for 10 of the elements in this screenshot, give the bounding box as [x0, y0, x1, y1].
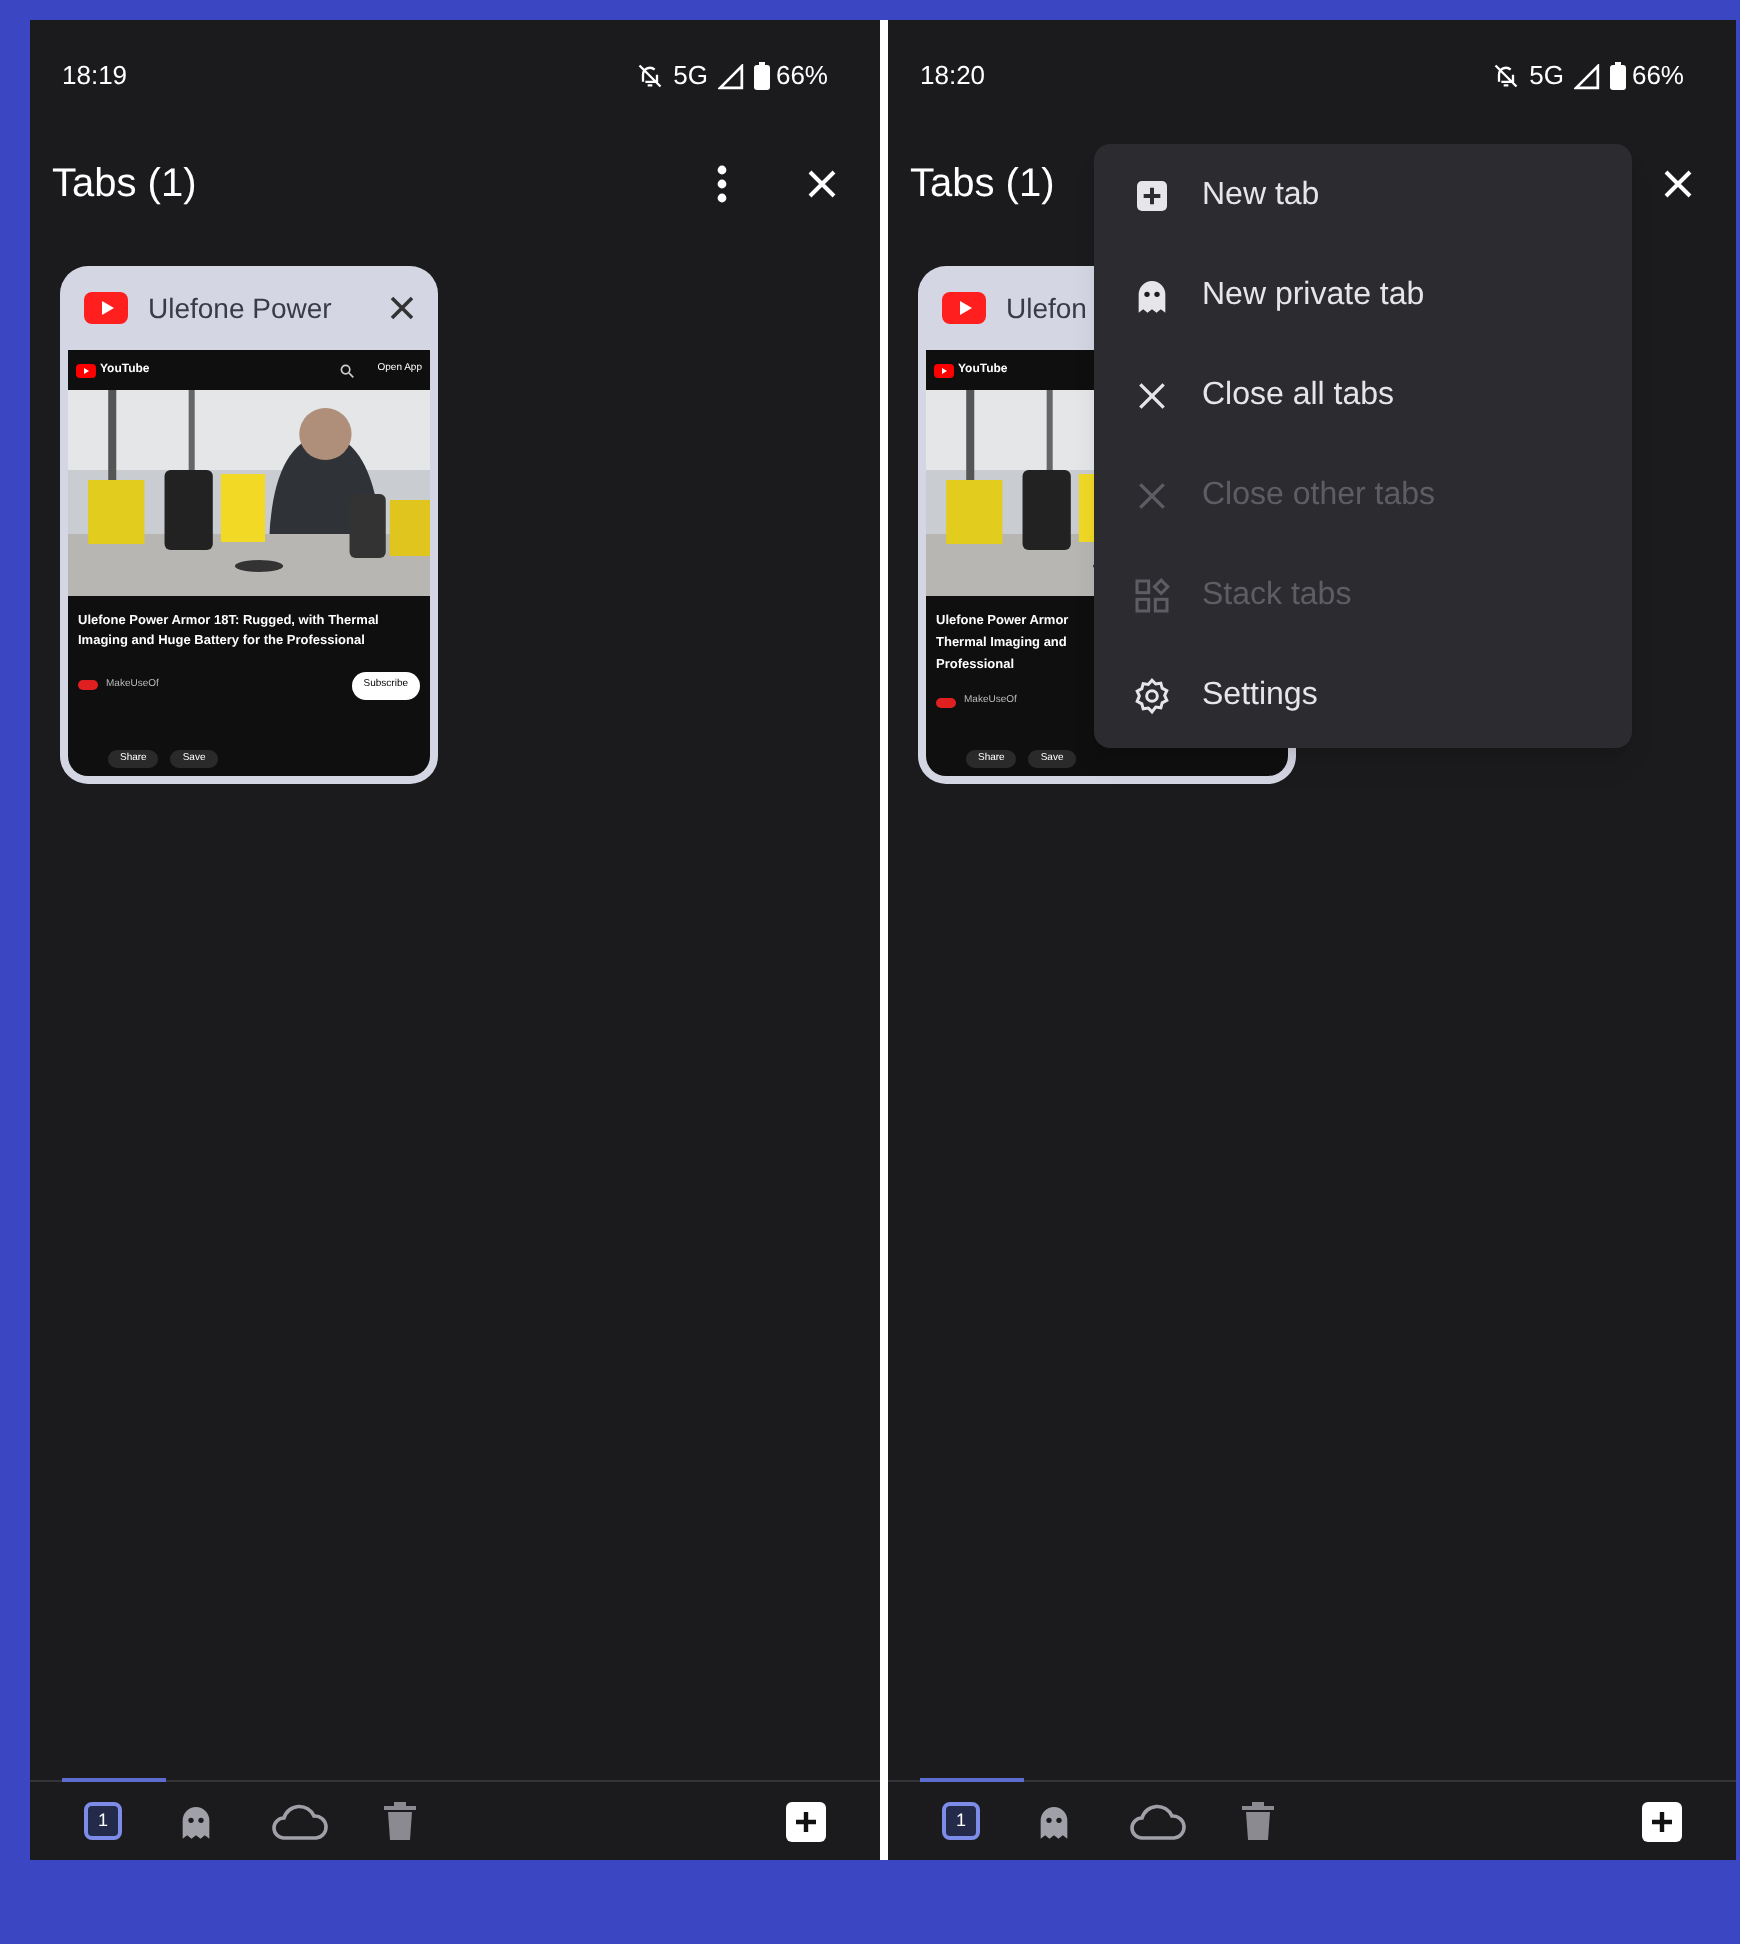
battery-percent: 66% [1631, 58, 1684, 95]
header-title: Tabs (1) [52, 160, 197, 210]
network-label: 5G [1529, 58, 1564, 95]
tab-title: Ulefon [1006, 289, 1087, 327]
clock: 18:19 [62, 58, 128, 95]
tab-title: Ulefone Power [148, 289, 332, 327]
network-label: 5G [673, 58, 708, 95]
clock: 18:20 [920, 58, 986, 95]
battery-percent: 66% [775, 58, 828, 95]
header-title: Tabs (1) [910, 160, 1055, 210]
